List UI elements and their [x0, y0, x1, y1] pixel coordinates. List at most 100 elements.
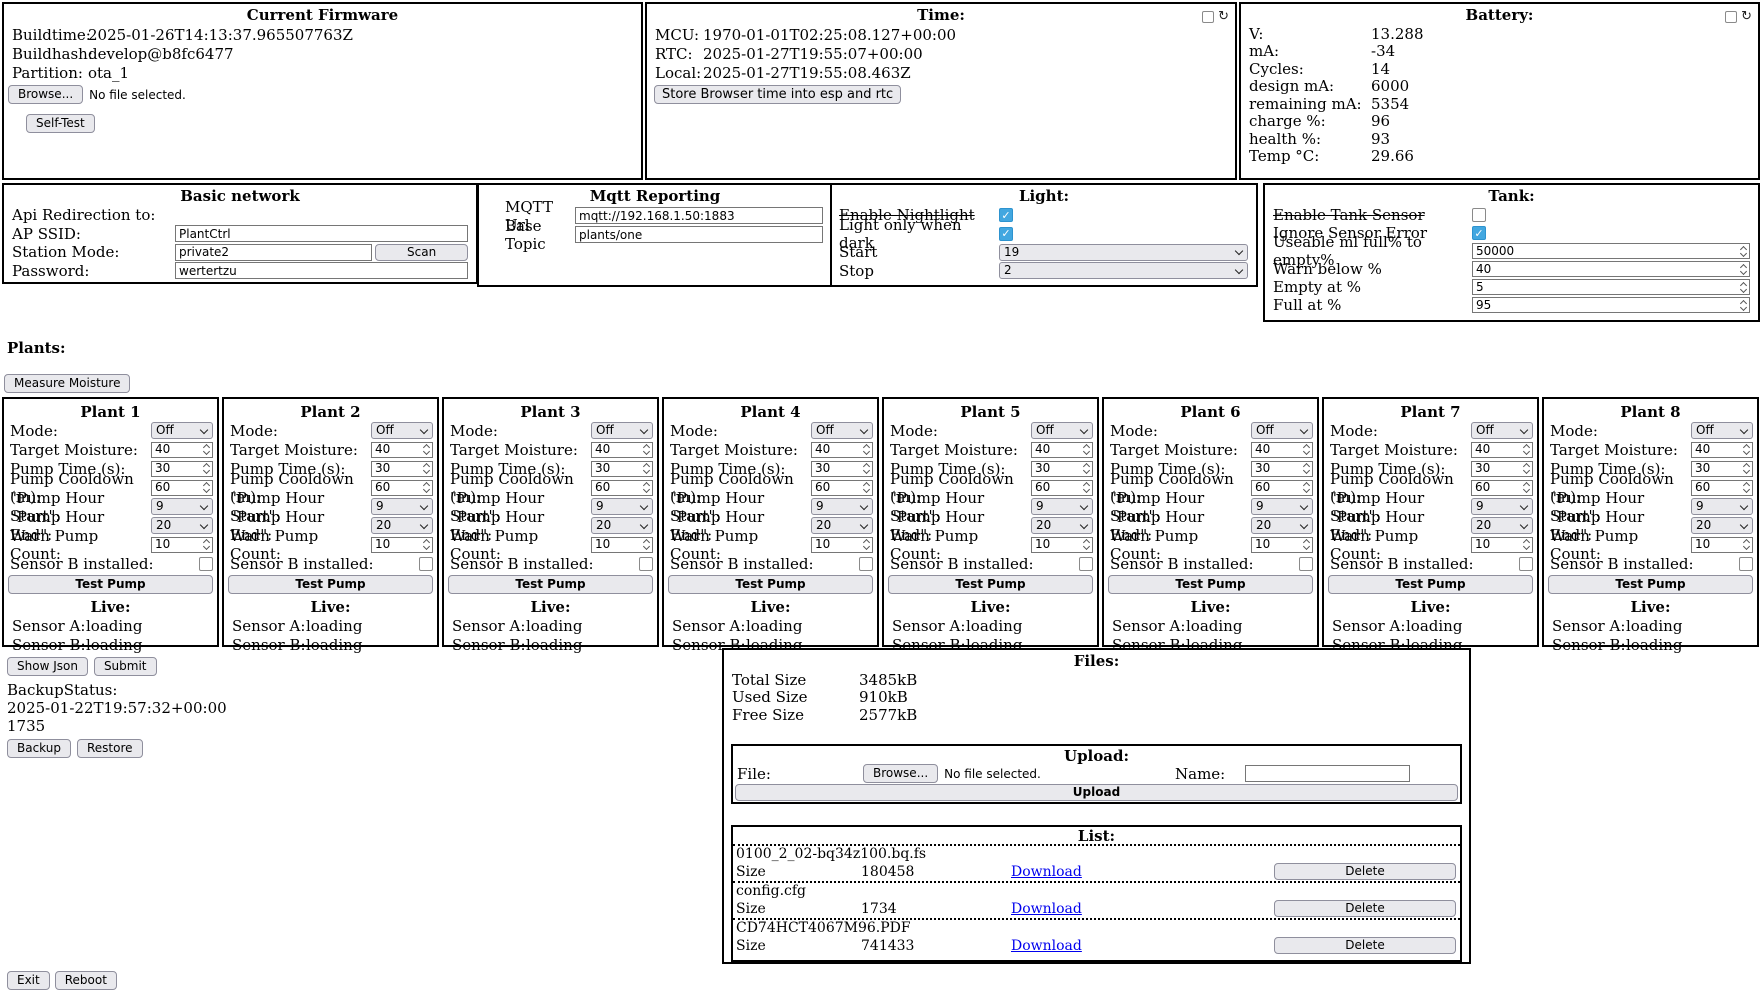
spinner-icon[interactable] — [1304, 483, 1310, 492]
sensor-b-installed-checkbox[interactable] — [639, 557, 653, 571]
spinner-icon[interactable] — [1084, 540, 1090, 549]
light-only-when-dark-checkbox[interactable] — [999, 227, 1013, 241]
pump-time-input[interactable]: 30 — [1031, 461, 1093, 477]
backup-button[interactable]: Backup — [7, 739, 71, 758]
test-pump-button[interactable]: Test Pump — [448, 575, 653, 594]
warn-pump-count-input[interactable]: 10 — [1471, 537, 1533, 553]
file-delete-button[interactable]: Delete — [1274, 863, 1456, 880]
pump-hour-start-select[interactable]: 9 — [591, 498, 653, 515]
pump-cooldown-input[interactable]: 60 — [1471, 480, 1533, 496]
upload-name-input[interactable] — [1245, 765, 1410, 782]
pump-hour-end-select[interactable]: 20 — [591, 517, 653, 534]
spinner-icon[interactable] — [1741, 283, 1747, 292]
sensor-b-installed-checkbox[interactable] — [859, 557, 873, 571]
spinner-icon[interactable] — [1744, 540, 1750, 549]
pump-cooldown-input[interactable]: 60 — [591, 480, 653, 496]
target-moisture-input[interactable]: 40 — [591, 442, 653, 458]
store-browser-time-button[interactable]: Store Browser time into esp and rtc — [654, 85, 901, 104]
target-moisture-input[interactable]: 40 — [151, 442, 213, 458]
test-pump-button[interactable]: Test Pump — [1548, 575, 1753, 594]
ap-ssid-input[interactable] — [175, 225, 468, 242]
restore-button[interactable]: Restore — [77, 739, 143, 758]
scan-button[interactable]: Scan — [375, 244, 468, 261]
pump-hour-end-select[interactable]: 20 — [1251, 517, 1313, 534]
spinner-icon[interactable] — [1741, 301, 1747, 310]
pump-cooldown-input[interactable]: 60 — [1251, 480, 1313, 496]
useable-ml-input[interactable]: 50000 — [1472, 243, 1750, 259]
spinner-icon[interactable] — [424, 540, 430, 549]
file-delete-button[interactable]: Delete — [1274, 900, 1456, 917]
warn-pump-count-input[interactable]: 10 — [811, 537, 873, 553]
spinner-icon[interactable] — [644, 540, 650, 549]
mqtt-url-input[interactable] — [575, 207, 823, 224]
mode-select[interactable]: Off — [151, 422, 213, 439]
show-json-button[interactable]: Show Json — [7, 657, 88, 676]
pump-hour-end-select[interactable]: 20 — [811, 517, 873, 534]
warn-pump-count-input[interactable]: 10 — [151, 537, 213, 553]
warn-pump-count-input[interactable]: 10 — [1691, 537, 1753, 553]
spinner-icon[interactable] — [1744, 483, 1750, 492]
spinner-icon[interactable] — [1524, 464, 1530, 473]
spinner-icon[interactable] — [864, 464, 870, 473]
pump-hour-end-select[interactable]: 20 — [1471, 517, 1533, 534]
sensor-b-installed-checkbox[interactable] — [1519, 557, 1533, 571]
target-moisture-input[interactable]: 40 — [1691, 442, 1753, 458]
pump-cooldown-input[interactable]: 60 — [1031, 480, 1093, 496]
pump-hour-end-select[interactable]: 20 — [1691, 517, 1753, 534]
spinner-icon[interactable] — [1741, 265, 1747, 274]
spinner-icon[interactable] — [864, 445, 870, 454]
warn-below-input[interactable]: 40 — [1472, 261, 1750, 277]
pump-time-input[interactable]: 30 — [591, 461, 653, 477]
measure-moisture-button[interactable]: Measure Moisture — [4, 374, 130, 393]
pump-time-input[interactable]: 30 — [1251, 461, 1313, 477]
pump-hour-start-select[interactable]: 9 — [1031, 498, 1093, 515]
spinner-icon[interactable] — [424, 464, 430, 473]
spinner-icon[interactable] — [864, 483, 870, 492]
file-download-link[interactable]: Download — [1011, 864, 1082, 880]
pump-time-input[interactable]: 30 — [811, 461, 873, 477]
file-delete-button[interactable]: Delete — [1274, 937, 1456, 954]
spinner-icon[interactable] — [1744, 464, 1750, 473]
sensor-b-installed-checkbox[interactable] — [419, 557, 433, 571]
pump-hour-start-select[interactable]: 9 — [151, 498, 213, 515]
warn-pump-count-input[interactable]: 10 — [1031, 537, 1093, 553]
warn-pump-count-input[interactable]: 10 — [371, 537, 433, 553]
mode-select[interactable]: Off — [1471, 422, 1533, 439]
mode-select[interactable]: Off — [1031, 422, 1093, 439]
spinner-icon[interactable] — [864, 540, 870, 549]
pump-time-input[interactable]: 30 — [1691, 461, 1753, 477]
station-mode-input[interactable] — [175, 244, 372, 261]
spinner-icon[interactable] — [204, 540, 210, 549]
pump-hour-start-select[interactable]: 9 — [811, 498, 873, 515]
test-pump-button[interactable]: Test Pump — [8, 575, 213, 594]
pump-cooldown-input[interactable]: 60 — [151, 480, 213, 496]
sensor-b-installed-checkbox[interactable] — [1079, 557, 1093, 571]
light-stop-select[interactable]: 2 — [999, 262, 1248, 279]
enable-tank-sensor-checkbox[interactable] — [1472, 208, 1486, 222]
test-pump-button[interactable]: Test Pump — [888, 575, 1093, 594]
mode-select[interactable]: Off — [591, 422, 653, 439]
sensor-b-installed-checkbox[interactable] — [199, 557, 213, 571]
mode-select[interactable]: Off — [1251, 422, 1313, 439]
full-at-input[interactable]: 95 — [1472, 297, 1750, 313]
test-pump-button[interactable]: Test Pump — [1328, 575, 1533, 594]
spinner-icon[interactable] — [644, 483, 650, 492]
submit-button[interactable]: Submit — [94, 657, 157, 676]
pump-hour-start-select[interactable]: 9 — [371, 498, 433, 515]
pump-hour-end-select[interactable]: 20 — [371, 517, 433, 534]
pump-time-input[interactable]: 30 — [151, 461, 213, 477]
target-moisture-input[interactable]: 40 — [1471, 442, 1533, 458]
file-download-link[interactable]: Download — [1011, 938, 1082, 954]
spinner-icon[interactable] — [1524, 483, 1530, 492]
mode-select[interactable]: Off — [811, 422, 873, 439]
warn-pump-count-input[interactable]: 10 — [1251, 537, 1313, 553]
pump-time-input[interactable]: 30 — [371, 461, 433, 477]
pump-hour-start-select[interactable]: 9 — [1251, 498, 1313, 515]
spinner-icon[interactable] — [204, 445, 210, 454]
spinner-icon[interactable] — [1524, 445, 1530, 454]
spinner-icon[interactable] — [1744, 445, 1750, 454]
base-topic-input[interactable] — [575, 226, 823, 243]
sensor-b-installed-checkbox[interactable] — [1299, 557, 1313, 571]
sensor-b-installed-checkbox[interactable] — [1739, 557, 1753, 571]
refresh-icon[interactable]: ↻ — [1218, 11, 1229, 23]
